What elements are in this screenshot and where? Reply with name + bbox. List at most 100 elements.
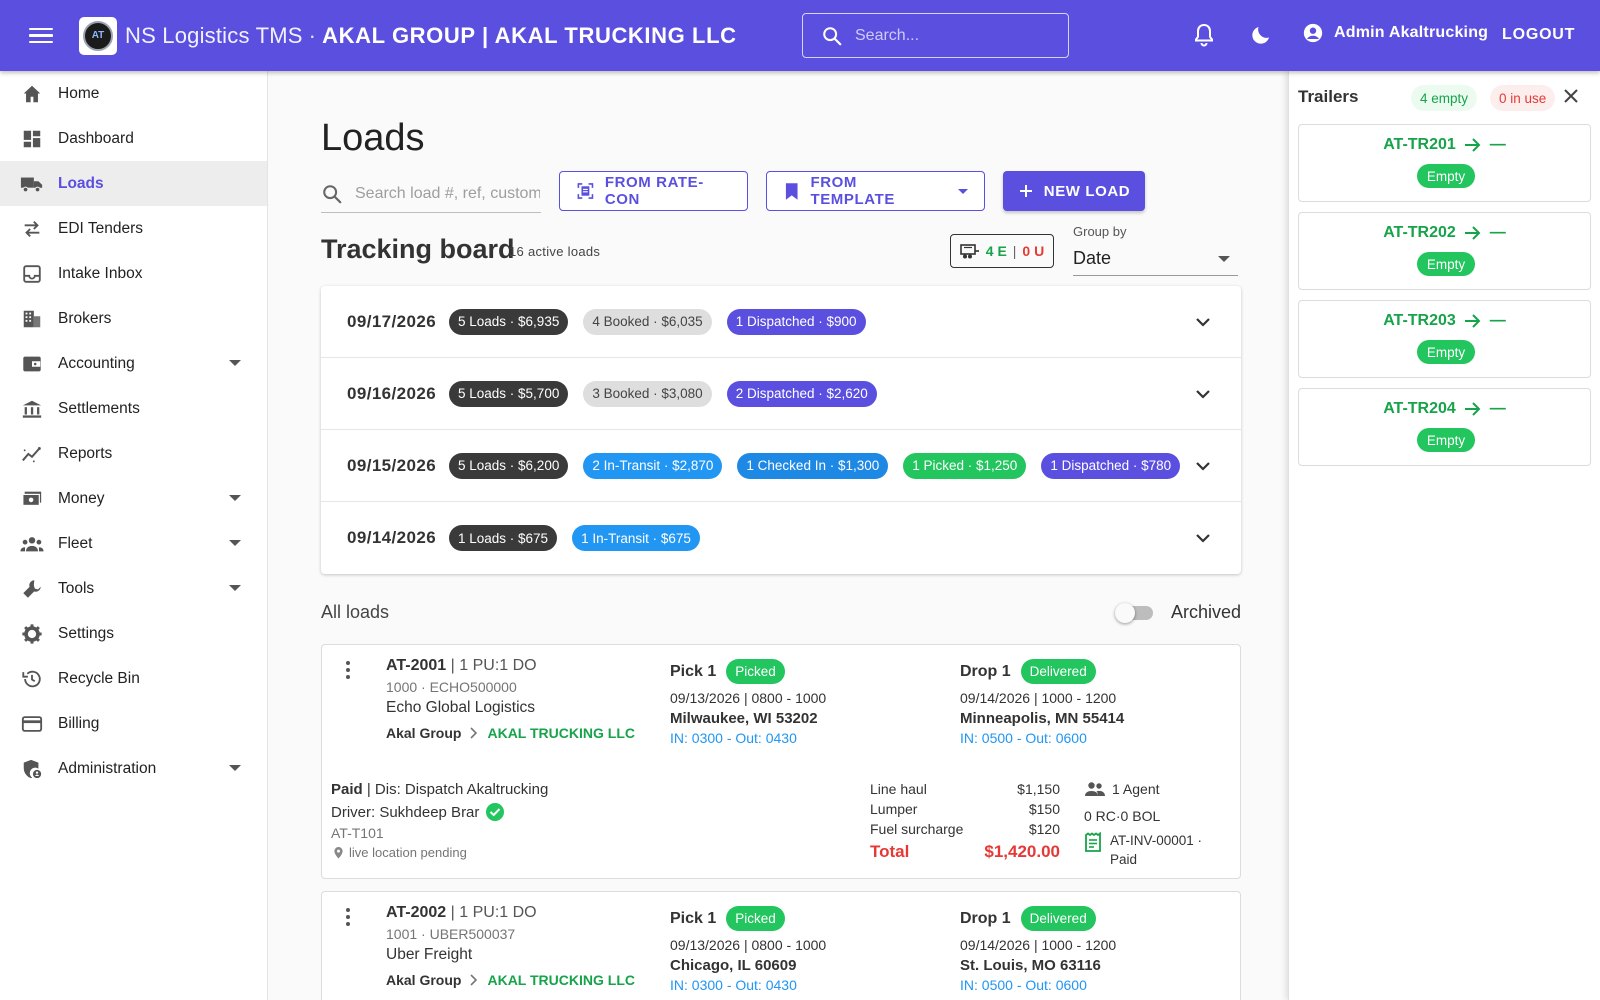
driver-line: Driver: Sukhdeep Brar (331, 802, 505, 822)
from-template-button[interactable]: FROM TEMPLATE (766, 171, 985, 211)
expand-chevron-icon[interactable] (1193, 384, 1213, 404)
user-menu[interactable]: Admin Akaltrucking (1302, 22, 1488, 44)
sidebar-item-brokers[interactable]: Brokers (0, 296, 267, 341)
trailer-id: AT-TR202 (1383, 224, 1456, 241)
trailer-card[interactable]: AT-TR203 — Empty (1298, 300, 1591, 378)
location-text: live location pending (349, 845, 467, 860)
sidebar-item-accounting[interactable]: Accounting (0, 341, 267, 386)
chip-booked: 4 Booked · $6,035 (583, 308, 712, 335)
sidebar-item-settlements[interactable]: Settlements (0, 386, 267, 431)
payment-status: Paid (331, 781, 363, 798)
total-value: $1,420.00 (984, 842, 1060, 861)
sidebar-item-money[interactable]: Money (0, 476, 267, 521)
sidebar-item-label: Money (58, 489, 105, 507)
chevron-down-icon[interactable] (229, 495, 241, 501)
logout-button[interactable]: LOGOUT (1502, 26, 1575, 44)
menu-icon[interactable] (29, 27, 53, 44)
sidebar-item-intake-inbox[interactable]: Intake Inbox (0, 251, 267, 296)
total-label: Total (870, 842, 910, 861)
chip-total: 5 Loads · $6,200 (449, 452, 569, 479)
gear-icon (20, 622, 44, 646)
status-badge: Picked (726, 906, 785, 931)
payment-dispatch-line: Paid | Dis: Dispatch Akaltrucking (331, 781, 548, 798)
chip-in-transit: 1 In-Transit · $675 (572, 525, 700, 551)
stop-in-out: IN: 0300 - Out: 0430 (670, 977, 797, 993)
charge-row: Lumper $150 (870, 801, 1060, 821)
stop-city: Milwaukee, WI 53202 (670, 710, 818, 727)
empty-count: 4 E (985, 243, 1007, 259)
from-template-label: FROM TEMPLATE (810, 174, 895, 208)
global-search[interactable] (802, 13, 1069, 58)
load-card[interactable]: AT-2002 | 1 PU:1 DO 1001 · UBER500037 Ub… (321, 891, 1241, 1000)
date-group-row[interactable]: 09/16/2026 5 Loads · $5,700 3 Booked · $… (321, 358, 1241, 430)
close-icon[interactable] (1563, 88, 1579, 104)
load-card[interactable]: AT-2001 | 1 PU:1 DO 1000 · ECHO500000 Ec… (321, 644, 1241, 879)
equipment-counter[interactable]: 4 E | 0 U (950, 234, 1054, 268)
more-vert-icon[interactable] (344, 659, 352, 681)
archived-toggle[interactable] (1115, 603, 1155, 623)
charge-label: Line haul (870, 781, 927, 797)
load-search-input[interactable] (355, 184, 540, 203)
sidebar-item-tools[interactable]: Tools (0, 566, 267, 611)
sidebar-item-edi-tenders[interactable]: EDI Tenders (0, 206, 267, 251)
sidebar-item-recycle-bin[interactable]: Recycle Bin (0, 656, 267, 701)
expand-chevron-icon[interactable] (1193, 312, 1213, 332)
sidebar-item-fleet[interactable]: Fleet (0, 521, 267, 566)
bell-icon[interactable] (1192, 22, 1216, 48)
chevron-down-icon[interactable] (229, 585, 241, 591)
sidebar-item-label: Dashboard (58, 129, 134, 147)
sidebar: Home Dashboard Loads EDI Tenders Intake … (0, 71, 268, 1000)
new-load-button[interactable]: NEW LOAD (1003, 171, 1145, 211)
sidebar-item-label: Loads (58, 174, 104, 192)
expand-chevron-icon[interactable] (1193, 456, 1213, 476)
sidebar-item-loads[interactable]: Loads (0, 161, 267, 206)
status-badge: Delivered (1020, 659, 1096, 684)
main-content: Loads FROM RATE-CON FROM TEMPLATE NEW LO… (268, 71, 1288, 1000)
trailer-location: — (1489, 400, 1506, 417)
invoice[interactable]: AT-INV-00001 · Paid (1084, 831, 1210, 869)
load-id[interactable]: AT-2001 (386, 657, 446, 674)
sidebar-item-home[interactable]: Home (0, 71, 267, 116)
all-loads-heading: All loads (321, 602, 390, 622)
dark-mode-icon[interactable] (1249, 22, 1273, 48)
trailer-header: AT-TR202 — (1299, 224, 1590, 242)
chevron-down-icon[interactable] (229, 360, 241, 366)
trailer-card[interactable]: AT-TR204 — Empty (1298, 388, 1591, 466)
building-icon (20, 307, 44, 331)
date-group-row[interactable]: 09/17/2026 5 Loads · $6,935 4 Booked · $… (321, 286, 1241, 358)
sidebar-item-reports[interactable]: Reports (0, 431, 267, 476)
stop-time: 09/14/2026 | 1000 - 1200 (960, 690, 1117, 706)
trailer-card[interactable]: AT-TR202 — Empty (1298, 212, 1591, 290)
trailer-location: — (1489, 136, 1506, 153)
group-date: 09/15/2026 (347, 455, 437, 475)
chevron-down-icon[interactable] (229, 540, 241, 546)
sidebar-item-dashboard[interactable]: Dashboard (0, 116, 267, 161)
expand-chevron-icon[interactable] (1193, 528, 1213, 548)
date-group-row[interactable]: 09/15/2026 5 Loads · $6,200 2 In-Transit… (321, 430, 1241, 502)
more-vert-icon[interactable] (344, 906, 352, 928)
load-search[interactable] (321, 175, 541, 213)
sidebar-item-settings[interactable]: Settings (0, 611, 267, 656)
sidebar-item-billing[interactable]: Billing (0, 701, 267, 746)
global-search-input[interactable] (855, 26, 1055, 45)
arrow-right-icon (1464, 314, 1481, 328)
sidebar-item-administration[interactable]: Administration (0, 746, 267, 791)
money-icon (20, 487, 44, 511)
load-id[interactable]: AT-2002 (386, 904, 446, 921)
trailers-panel: Trailers 4 empty 0 in use AT-TR201 — Emp… (1288, 71, 1600, 1000)
group-by-select[interactable]: Date (1073, 241, 1238, 276)
charges-summary: Line haul $1,150 Lumper $150 Fuel surcharg… (870, 781, 1060, 866)
from-ratecon-button[interactable]: FROM RATE-CON (559, 171, 748, 211)
date-group-row[interactable]: 09/14/2026 1 Loads · $675 1 In-Transit ·… (321, 502, 1241, 574)
agents[interactable]: 1 Agent (1084, 781, 1160, 797)
archived-label: Archived (1171, 602, 1242, 622)
truck-number: AT-T101 (331, 825, 384, 841)
load-reference: 1000 · ECHO500000 (386, 679, 517, 695)
chevron-down-icon[interactable] (229, 765, 241, 771)
sidebar-item-label: EDI Tenders (58, 219, 144, 237)
logo-mark: AT (83, 20, 113, 51)
trailer-card[interactable]: AT-TR201 — Empty (1298, 124, 1591, 202)
stop-city: Minneapolis, MN 55414 (960, 710, 1125, 727)
sidebar-item-label: Tools (58, 579, 95, 597)
tracking-board-title: Tracking board (321, 234, 515, 264)
